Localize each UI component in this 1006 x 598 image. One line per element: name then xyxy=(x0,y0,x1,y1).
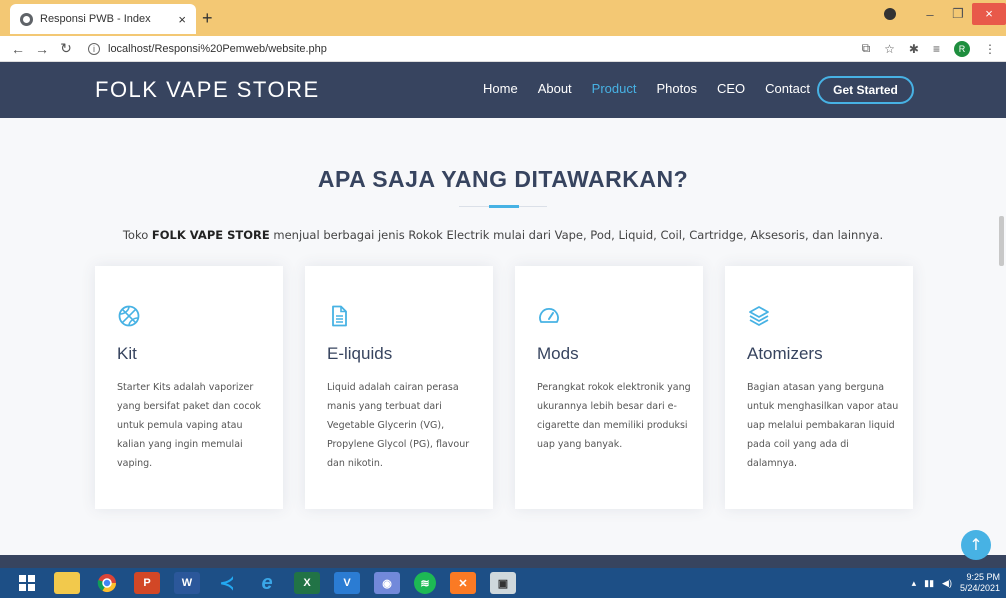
xampp-icon[interactable]: ✕ xyxy=(450,572,476,594)
address-bar: ← → ↻ i localhost/Responsi%20Pemweb/webs… xyxy=(0,36,1006,62)
card-title: Atomizers xyxy=(747,344,823,363)
bookmark-star-icon[interactable]: ☆ xyxy=(884,42,895,56)
back-to-top-button[interactable]: ↑ xyxy=(961,530,991,560)
app-installer-icon[interactable]: ▣ xyxy=(490,572,516,594)
tab-close-button[interactable]: × xyxy=(178,12,186,27)
edge-icon[interactable]: e xyxy=(254,572,280,594)
tray-chevron-icon[interactable]: ▴ xyxy=(912,578,917,589)
site-navbar: FOLK VAPE STORE Home About Product Photo… xyxy=(0,62,1006,118)
section-description: Toko FOLK VAPE STORE menjual berbagai je… xyxy=(122,228,884,242)
site-logo[interactable]: FOLK VAPE STORE xyxy=(95,77,320,103)
windows-start-icon[interactable] xyxy=(14,572,40,594)
nav-ceo[interactable]: CEO xyxy=(717,81,745,96)
card-text: Starter Kits adalah vaporizer yang bersi… xyxy=(117,382,261,469)
back-arrow-icon[interactable]: ← xyxy=(6,41,30,57)
section-title: APA SAJA YANG DITAWARKAN? xyxy=(317,166,689,192)
card-text: Liquid adalah cairan perasa manis yang t… xyxy=(327,382,470,469)
layers-icon xyxy=(749,306,769,326)
nav-photos[interactable]: Photos xyxy=(656,81,696,96)
forward-arrow-icon[interactable]: → xyxy=(30,41,54,57)
globe-icon xyxy=(20,12,33,26)
system-clock[interactable]: 9:25 PM 5/24/2021 xyxy=(960,572,1000,594)
main-menu: Home About Product Photos CEO Contact xyxy=(483,81,830,96)
visual-studio-icon[interactable]: V xyxy=(334,572,360,594)
network-icon[interactable]: ▮▮ xyxy=(924,578,934,589)
url-field[interactable]: i localhost/Responsi%20Pemweb/website.ph… xyxy=(88,42,788,55)
extensions-icon[interactable]: ✱ xyxy=(909,42,919,56)
page-scrollbar[interactable] xyxy=(999,216,1004,266)
window-close-button[interactable]: × xyxy=(972,3,1006,25)
reading-list-icon[interactable]: ≡ xyxy=(933,42,940,56)
restore-button[interactable]: ❐ xyxy=(944,6,972,22)
word-icon[interactable]: W xyxy=(174,572,200,594)
file-explorer-icon[interactable] xyxy=(54,572,80,594)
reload-icon[interactable]: ↻ xyxy=(54,40,78,57)
service-card-mods: Mods Perangkat rokok elektronik yang uku… xyxy=(515,266,703,509)
info-icon[interactable]: i xyxy=(88,42,100,55)
file-icon xyxy=(332,305,347,327)
excel-icon[interactable]: X xyxy=(294,572,320,594)
windows-taskbar: P W ≺ e X V ◉ ≋ ✕ ▣ ▴ ▮▮ ◀) 9:25 PM 5/24… xyxy=(0,568,1006,598)
card-text: Bagian atasan yang berguna untuk menghas… xyxy=(747,382,899,469)
powerpoint-icon[interactable]: P xyxy=(134,572,160,594)
nav-home[interactable]: Home xyxy=(483,81,518,96)
service-card-atomizers: Atomizers Bagian atasan yang berguna unt… xyxy=(725,266,913,509)
footer-band xyxy=(0,555,1006,568)
nav-contact[interactable]: Contact xyxy=(765,81,810,96)
clock-date: 5/24/2021 xyxy=(959,583,1000,593)
spotify-icon[interactable]: ≋ xyxy=(414,572,436,594)
volume-icon[interactable]: ◀) xyxy=(942,578,952,589)
system-tray: ▴ ▮▮ ◀) 9:25 PM 5/24/2021 xyxy=(912,572,1000,594)
window-controls: – ❐ × xyxy=(884,0,1006,28)
service-card-eliquids: E-liquids Liquid adalah cairan perasa ma… xyxy=(305,266,493,509)
vscode-icon[interactable]: ≺ xyxy=(214,572,240,594)
card-title: Kit xyxy=(117,344,137,363)
translate-icon[interactable]: ⧉ xyxy=(862,41,871,56)
get-started-button[interactable]: Get Started xyxy=(817,76,914,104)
kebab-menu-icon[interactable]: ⋮ xyxy=(984,42,996,56)
discord-icon[interactable]: ◉ xyxy=(374,572,400,594)
card-title: Mods xyxy=(537,344,579,363)
card-title: E-liquids xyxy=(327,344,393,363)
new-tab-button[interactable]: + xyxy=(202,8,213,29)
nav-product[interactable]: Product xyxy=(592,81,637,96)
title-divider-accent xyxy=(489,205,519,208)
minimize-button[interactable]: – xyxy=(916,7,944,22)
clock-time: 9:25 PM xyxy=(966,572,1000,582)
card-text: Perangkat rokok elektronik yang ukuranny… xyxy=(537,382,691,450)
chrome-icon[interactable] xyxy=(94,572,120,594)
profile-dot-icon[interactable] xyxy=(884,8,896,20)
browser-tab-strip: Responsi PWB - Index × + – ❐ × xyxy=(0,0,1006,36)
tab-title: Responsi PWB - Index xyxy=(40,13,151,25)
url-text: localhost/Responsi%20Pemweb/website.php xyxy=(108,42,327,55)
speedometer-icon xyxy=(539,308,559,323)
basketball-icon xyxy=(118,305,140,327)
toolbar-actions: ⧉ ☆ ✱ ≡ R ⋮ xyxy=(862,40,1006,57)
service-card-kit: Kit Starter Kits adalah vaporizer yang b… xyxy=(95,266,283,509)
nav-about[interactable]: About xyxy=(538,81,572,96)
profile-avatar[interactable]: R xyxy=(954,40,970,57)
browser-tab[interactable]: Responsi PWB - Index × xyxy=(10,4,196,34)
